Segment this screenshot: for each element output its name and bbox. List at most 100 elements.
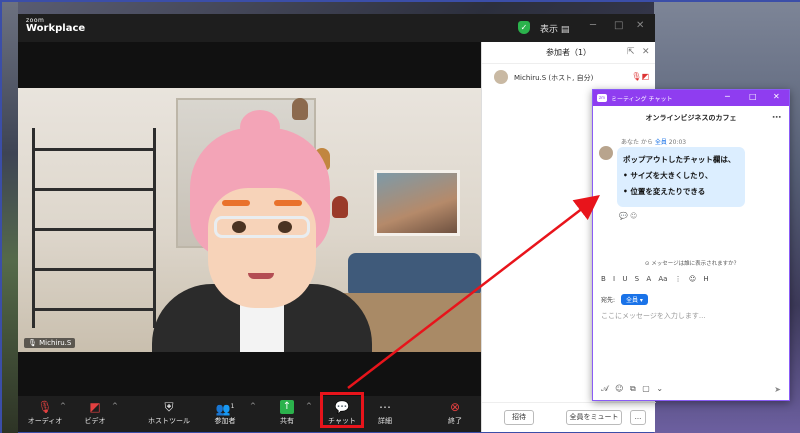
visibility-notice-text: メッセージは誰に表示されますか？ bbox=[651, 261, 740, 267]
mic-muted-icon: 🎙 bbox=[28, 339, 37, 347]
audio-options-caret[interactable]: ^ bbox=[60, 402, 66, 410]
view-button[interactable]: 表示 ▤ bbox=[540, 22, 569, 35]
background-shelf bbox=[32, 128, 156, 328]
minimize-icon[interactable]: ─ bbox=[590, 20, 596, 31]
close-icon[interactable]: ✕ bbox=[773, 92, 780, 101]
recipient-row: 宛先: 全員 ▾ bbox=[601, 294, 648, 305]
more-icon[interactable]: ⌄ bbox=[656, 384, 663, 393]
encryption-shield-icon[interactable]: ✓ bbox=[518, 21, 530, 34]
maximize-icon[interactable]: □ bbox=[749, 92, 757, 101]
avatar-mouth bbox=[248, 273, 274, 279]
audio-label: オーディオ bbox=[27, 417, 63, 425]
visibility-notice[interactable]: ⊙ メッセージは誰に表示されますか？ bbox=[593, 259, 791, 267]
view-label: 表示 bbox=[540, 25, 559, 35]
more-dots-icon[interactable]: ⋯ bbox=[772, 106, 781, 130]
video-stage: 🎙 Michiru.S bbox=[18, 42, 481, 396]
format-icon[interactable]: 𝒜 bbox=[601, 384, 609, 393]
send-icon[interactable]: ➤ bbox=[774, 385, 781, 394]
avatar bbox=[599, 146, 613, 160]
chat-title-bar: zm ミーティング チャット ─ □ ✕ bbox=[593, 90, 789, 106]
message-line: • 位置を変えたりできる bbox=[623, 187, 706, 196]
video-tile[interactable]: 🎙 Michiru.S bbox=[18, 88, 481, 352]
brand-name: Workplace bbox=[26, 23, 86, 34]
share-options-caret[interactable]: ^ bbox=[306, 402, 312, 410]
video-label: ビデオ bbox=[84, 417, 106, 425]
avatar-brow bbox=[222, 200, 250, 206]
end-x-icon: ⊗ bbox=[449, 400, 461, 414]
emoji-icon[interactable]: ☺ bbox=[630, 212, 637, 220]
popout-chat-window: zm ミーティング チャット ─ □ ✕ オンラインビジネスのカフェ ⋯ あなた… bbox=[592, 89, 790, 401]
panel-more-button[interactable]: ... bbox=[630, 410, 646, 425]
avatar-glasses bbox=[214, 216, 310, 238]
chat-message-bubble[interactable]: ポップアウトしたチャット欄は、 • サイズを大きくしたり、 • 位置を変えたりで… bbox=[617, 147, 745, 207]
chat-header: オンラインビジネスのカフェ ⋯ bbox=[593, 106, 789, 130]
background-painting bbox=[374, 170, 460, 236]
message-input[interactable]: ここにメッセージを入力します... bbox=[601, 311, 706, 321]
background-sofa bbox=[348, 253, 481, 298]
zoom-main-window: zoom Workplace ✓ 表示 ▤ ─ □ ✕ 🎙 Michiru.S … bbox=[18, 14, 656, 432]
more-button[interactable]: ⋯ 詳細 bbox=[360, 400, 410, 426]
participants-count: 1 bbox=[230, 403, 235, 410]
close-icon[interactable]: ✕ bbox=[636, 20, 644, 31]
recipient-value: 全員 bbox=[625, 297, 638, 304]
more-label: 詳細 bbox=[378, 417, 392, 425]
participants-button[interactable]: 👥1 参加者 bbox=[200, 400, 250, 426]
format-toolbar[interactable]: B I U S A Aa ⋮ ☺ H bbox=[601, 275, 709, 283]
mic-camera-muted-icon: 🎙◩ bbox=[631, 72, 649, 81]
close-panel-icon[interactable]: ✕ bbox=[642, 47, 650, 57]
invite-button[interactable]: 招待 bbox=[504, 410, 534, 425]
recipient-select[interactable]: 全員 ▾ bbox=[620, 294, 648, 305]
shield-icon: ⛨ bbox=[164, 400, 174, 414]
chat-button-highlight bbox=[320, 392, 364, 428]
meta-time: 20:03 bbox=[668, 139, 687, 146]
meta-from: あなた から bbox=[621, 139, 653, 146]
participant-row[interactable]: Michiru.S (ホスト, 自分) 🎙◩ bbox=[494, 70, 649, 86]
participants-label: 参加者 bbox=[214, 417, 236, 425]
message-line: • サイズを大きくしたり、 bbox=[623, 171, 713, 180]
pendant-lamp bbox=[332, 196, 348, 218]
meeting-name: オンラインビジネスのカフェ bbox=[645, 114, 737, 122]
share-button[interactable]: ↑ 共有 bbox=[262, 400, 312, 426]
message-line: ポップアウトしたチャット欄は、 bbox=[623, 155, 736, 164]
participant-row-name: Michiru.S (ホスト, 自分) bbox=[514, 74, 594, 82]
eye-icon: ⊙ bbox=[644, 261, 650, 267]
host-tools-button[interactable]: ⛨ ホストツール bbox=[144, 400, 194, 426]
video-options-caret[interactable]: ^ bbox=[112, 402, 118, 410]
screenshot-icon[interactable]: ⧉ bbox=[630, 384, 636, 393]
minimize-icon[interactable]: ─ bbox=[725, 92, 730, 101]
participants-options-caret[interactable]: ^ bbox=[250, 402, 256, 410]
title-bar: zoom Workplace ✓ 表示 ▤ ─ □ ✕ bbox=[18, 14, 655, 42]
share-label: 共有 bbox=[280, 417, 294, 425]
desktop-background-left bbox=[2, 2, 18, 433]
pendant-lamp bbox=[292, 98, 308, 120]
maximize-icon[interactable]: □ bbox=[614, 20, 623, 31]
avatar-eye bbox=[278, 221, 292, 233]
zoom-logo-icon: zm bbox=[597, 94, 607, 102]
message-meta: あなた から 全員 20:03 bbox=[621, 137, 686, 146]
share-arrow-icon: ↑ bbox=[280, 400, 294, 414]
file-icon[interactable]: ▢ bbox=[642, 384, 650, 393]
grid-icon: ▤ bbox=[560, 25, 570, 35]
participant-name: Michiru.S bbox=[39, 339, 72, 347]
avatar-eye bbox=[232, 221, 246, 233]
mute-all-button[interactable]: 全員をミュート bbox=[566, 410, 622, 425]
end-label: 終了 bbox=[448, 417, 462, 425]
meeting-toolbar: 🎙 オーディオ ^ ◩ ビデオ ^ ⛨ ホストツール 👥1 参加者 ^ ↑ 共有… bbox=[18, 396, 481, 432]
chat-input-actions: 𝒜 ☺ ⧉ ▢ ⌄ bbox=[601, 384, 663, 394]
people-icon: 👥1 bbox=[215, 402, 235, 416]
reply-icon[interactable]: 💬 bbox=[619, 212, 628, 220]
participant-name-tag: 🎙 Michiru.S bbox=[24, 338, 76, 348]
avatar bbox=[494, 70, 508, 84]
host-tools-label: ホストツール bbox=[148, 417, 190, 425]
popout-icon[interactable]: ⇱ bbox=[627, 47, 635, 57]
avatar-brow bbox=[274, 200, 302, 206]
recipient-label: 宛先: bbox=[601, 297, 616, 304]
app-logo: zoom Workplace bbox=[26, 18, 85, 34]
emoji-icon[interactable]: ☺ bbox=[615, 384, 623, 393]
message-reactions: 💬 ☺ bbox=[619, 212, 637, 220]
participants-panel-footer: 招待 全員をミュート ... bbox=[482, 402, 656, 432]
meta-to: 全員 bbox=[654, 139, 667, 146]
avatar-face bbox=[208, 188, 316, 308]
end-button[interactable]: ⊗ 終了 bbox=[430, 400, 480, 426]
more-dots-icon: ⋯ bbox=[379, 400, 391, 414]
